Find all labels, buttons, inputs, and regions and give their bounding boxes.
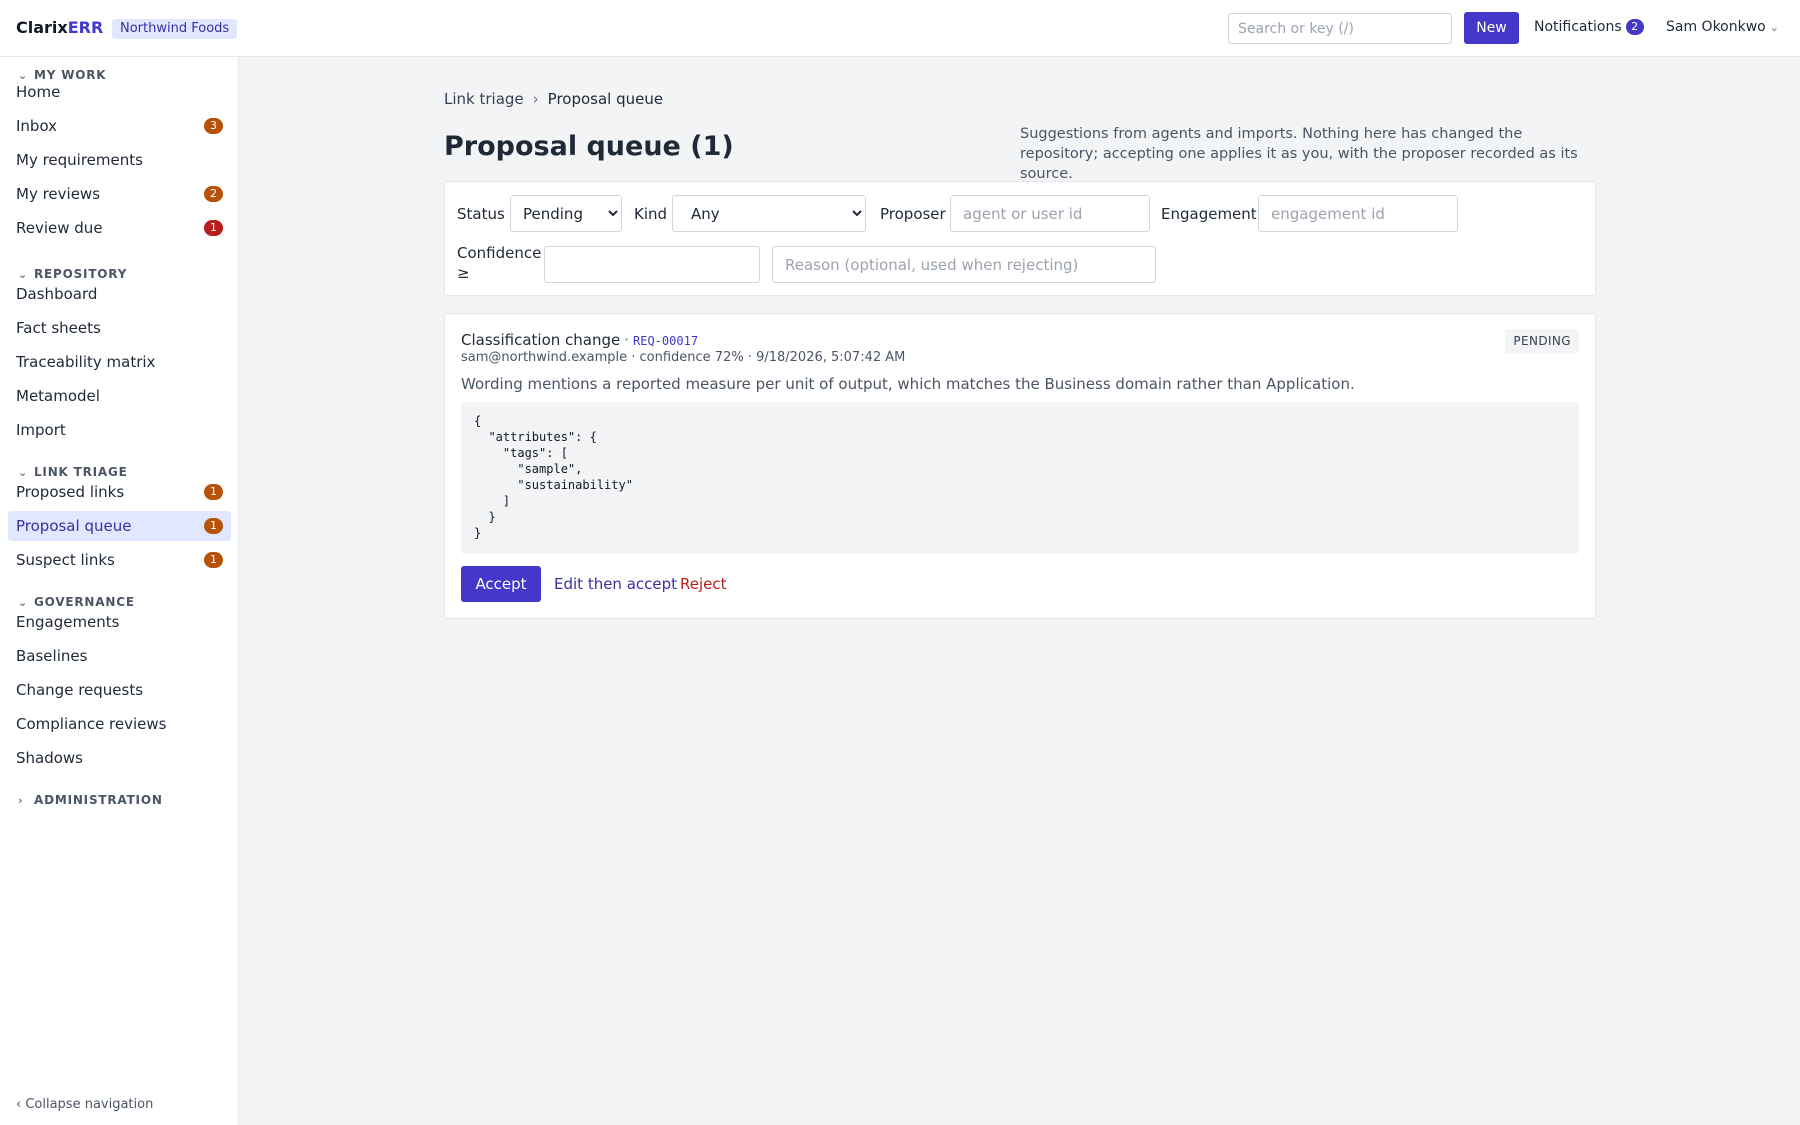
proposal-meta: sam@northwind.example · confidence 72% ·… — [461, 350, 906, 365]
count-badge: 1 — [204, 518, 223, 534]
sidebar-item-label: Metamodel — [16, 387, 100, 405]
sidebar-item-label: Proposal queue — [16, 517, 132, 535]
sidebar-item-traceability-matrix[interactable]: Traceability matrix — [8, 347, 231, 377]
notifications-count-badge: 2 — [1625, 19, 1644, 35]
org-badge: Northwind Foods — [112, 19, 238, 39]
reject-link[interactable]: Reject — [680, 575, 727, 593]
sidebar-item-engagements[interactable]: Engagements — [8, 607, 231, 637]
confidence-filter-label: Confidence — [457, 244, 542, 262]
notifications-button[interactable]: Notifications 2 — [1534, 19, 1644, 35]
user-name: Sam Okonkwo — [1666, 19, 1766, 35]
count-badge: 2 — [204, 186, 223, 202]
proposal-card: Classification change · REQ-00017 PENDING … — [444, 313, 1596, 619]
user-menu[interactable]: Sam Okonkwo ⌄ — [1666, 19, 1779, 35]
breadcrumb-separator: › — [532, 90, 539, 108]
engagement-input[interactable] — [1258, 195, 1458, 232]
sidebar-item-proposal-queue[interactable]: Proposal queue 1 — [8, 511, 231, 541]
sidebar-item-home[interactable]: Home — [8, 77, 231, 107]
brand-accent: ERR — [67, 18, 104, 37]
section-administration[interactable]: › ADMINISTRATION — [18, 793, 163, 807]
count-badge: 3 — [204, 118, 223, 134]
kind-filter-label: Kind — [634, 205, 668, 223]
sidebar-item-metamodel[interactable]: Metamodel — [8, 381, 231, 411]
proposal-reason: Wording mentions a reported measure per … — [461, 375, 1355, 393]
confidence-operator: ≥ — [457, 264, 470, 282]
status-select[interactable]: Pending — [510, 195, 622, 232]
sidebar-item-label: Compliance reviews — [16, 715, 167, 733]
brand-name: Clarix — [16, 18, 68, 37]
top-bar: ClarixERR Northwind Foods New Notificati… — [0, 0, 1800, 57]
accept-button[interactable]: Accept — [461, 566, 541, 602]
separator: · — [624, 331, 630, 349]
chevron-right-icon: › — [18, 794, 24, 807]
sidebar-item-dashboard[interactable]: Dashboard — [8, 279, 231, 309]
breadcrumb-link-triage[interactable]: Link triage — [444, 90, 524, 108]
count-badge: 1 — [204, 484, 223, 500]
sidebar-item-label: Proposed links — [16, 483, 125, 501]
sidebar-item-baselines[interactable]: Baselines — [8, 641, 231, 671]
sidebar-item-import[interactable]: Import — [8, 415, 231, 445]
sidebar-item-change-requests[interactable]: Change requests — [8, 675, 231, 705]
sidebar-item-label: My reviews — [16, 185, 101, 203]
notifications-label: Notifications — [1534, 19, 1622, 35]
proposer-input[interactable] — [950, 195, 1150, 232]
sidebar-item-label: Baselines — [16, 647, 88, 665]
filter-bar: Status Pending Kind Any Proposer Engagem… — [444, 181, 1596, 296]
sidebar-item-label: Engagements — [16, 613, 120, 631]
sidebar-item-label: Import — [16, 421, 66, 439]
status-filter-label: Status — [457, 205, 505, 223]
section-title: ADMINISTRATION — [33, 793, 163, 807]
sidebar-item-inbox[interactable]: Inbox 3 — [8, 111, 231, 141]
requirement-key-link[interactable]: REQ-00017 — [633, 334, 698, 348]
app-logo[interactable]: ClarixERR — [16, 18, 103, 37]
sidebar-item-label: Suspect links — [16, 551, 115, 569]
sidebar-item-label: Review due — [16, 219, 103, 237]
count-badge: 1 — [204, 552, 223, 568]
page-title: Proposal queue (1) — [444, 131, 734, 162]
sidebar-item-suspect-links[interactable]: Suspect links 1 — [8, 545, 231, 575]
collapse-navigation-button[interactable]: ‹ Collapse navigation — [16, 1097, 153, 1112]
sidebar-item-label: Dashboard — [16, 285, 98, 303]
page-description: Suggestions from agents and imports. Not… — [1020, 126, 1578, 182]
sidebar-item-proposed-links[interactable]: Proposed links 1 — [8, 477, 231, 507]
proposal-kind: Classification change — [461, 331, 621, 349]
sidebar-item-label: Traceability matrix — [16, 353, 156, 371]
sidebar: ⌄ MY WORK Home Inbox 3 My requirements M… — [0, 57, 239, 1125]
proposal-heading: Classification change · REQ-00017 — [461, 331, 698, 349]
sidebar-item-my-requirements[interactable]: My requirements — [8, 145, 231, 175]
sidebar-item-review-due[interactable]: Review due 1 — [8, 213, 231, 243]
sidebar-item-my-reviews[interactable]: My reviews 2 — [8, 179, 231, 209]
sidebar-item-label: Change requests — [16, 681, 144, 699]
sidebar-item-label: My requirements — [16, 151, 143, 169]
breadcrumb-current: Proposal queue — [547, 90, 664, 108]
edit-then-accept-link[interactable]: Edit then accept — [554, 575, 677, 593]
status-badge: PENDING — [1505, 329, 1579, 353]
count-badge: 1 — [204, 220, 223, 236]
reject-reason-input[interactable] — [772, 246, 1156, 283]
sidebar-item-label: Inbox — [16, 117, 58, 135]
confidence-input[interactable] — [544, 246, 760, 283]
new-button[interactable]: New — [1464, 12, 1519, 44]
sidebar-item-label: Home — [16, 83, 61, 101]
sidebar-item-label: Fact sheets — [16, 319, 101, 337]
breadcrumb: Link triage › Proposal queue — [444, 90, 663, 108]
sidebar-item-compliance-reviews[interactable]: Compliance reviews — [8, 709, 231, 739]
sidebar-item-shadows[interactable]: Shadows — [8, 743, 231, 773]
chevron-down-icon: ⌄ — [1769, 21, 1779, 34]
kind-select[interactable]: Any — [672, 195, 866, 232]
sidebar-item-fact-sheets[interactable]: Fact sheets — [8, 313, 231, 343]
proposer-filter-label: Proposer — [880, 205, 946, 223]
search-input[interactable] — [1228, 13, 1452, 44]
sidebar-item-label: Shadows — [16, 749, 84, 767]
proposal-payload-code: { "attributes": { "tags": [ "sample", "s… — [461, 402, 1579, 554]
engagement-filter-label: Engagement — [1161, 205, 1257, 223]
